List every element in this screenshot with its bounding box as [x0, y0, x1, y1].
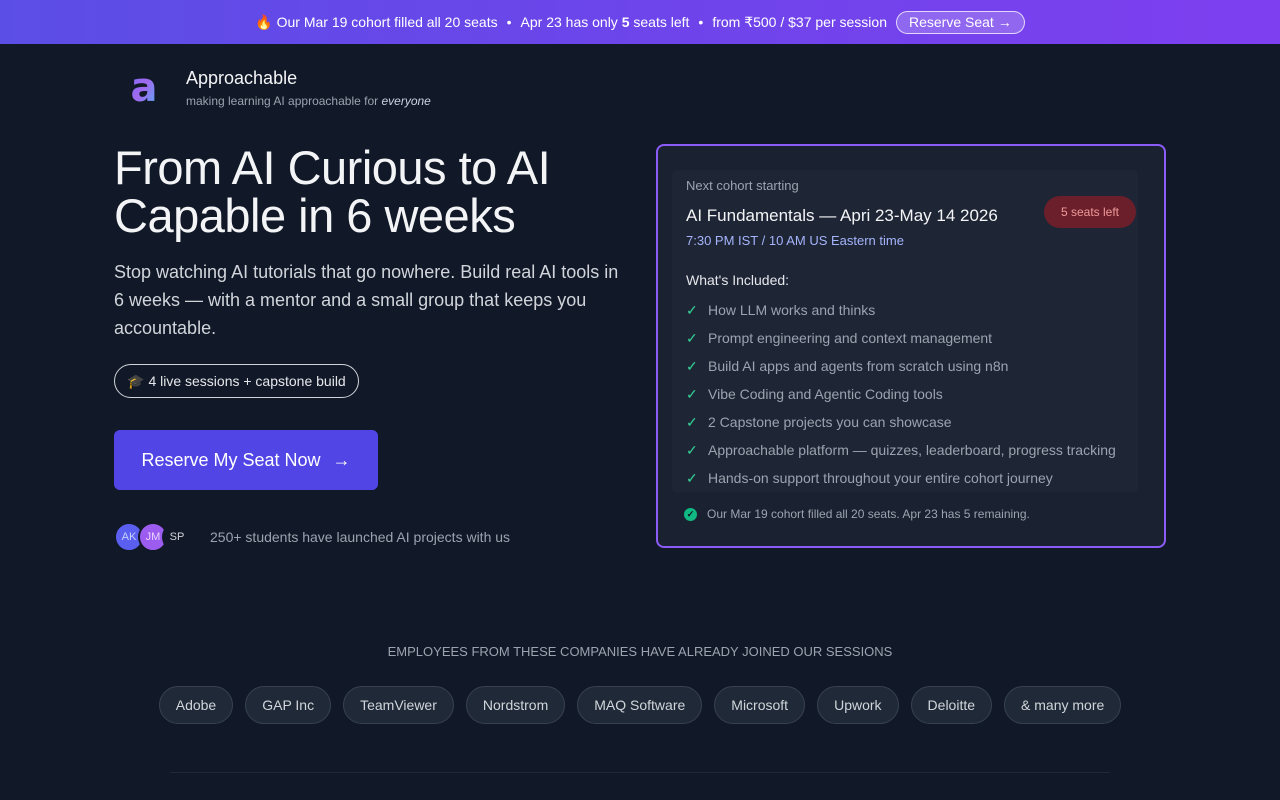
banner-cohort-filled: 🔥 Our Mar 19 cohort filled all 20 seats: [255, 13, 498, 30]
arrow-right-icon: →: [332, 449, 351, 470]
list-item: ✓ Vibe Coding and Agentic Coding tools: [686, 385, 943, 403]
social-proof-text: 250+ students have launched AI projects …: [210, 529, 511, 545]
check-icon: ✓: [686, 301, 698, 318]
cohort-title: AI Fundamentals — Apri 23-May 14 2026: [686, 206, 998, 225]
check-icon: ✓: [686, 329, 698, 346]
list-item: ✓ Build AI apps and agents from scratch u…: [686, 357, 1009, 375]
banner-price: from ₹500 / $37 per session: [712, 13, 887, 30]
cohort-footer-text: Our Mar 19 cohort filled all 20 seats. A…: [707, 507, 1030, 521]
company-chip: MAQ Software: [577, 686, 703, 724]
check-icon: ✓: [686, 385, 698, 402]
company-chip: GAP Inc: [245, 686, 332, 724]
check-icon: ✓: [686, 413, 698, 430]
included-list: ✓ How LLM works and thinks ✓ Prompt engine…: [686, 296, 1116, 492]
brand-name: Approachable: [186, 68, 298, 88]
list-item: ✓ Prompt engineering and context manageme…: [686, 329, 993, 347]
company-chip: Adobe: [158, 686, 234, 724]
company-chip: Deloitte: [910, 686, 993, 724]
company-chip: TeamViewer: [343, 686, 454, 724]
check-icon: ✓: [686, 357, 698, 374]
svg-text:a: a: [131, 68, 158, 108]
social-proof: AK JM SP 250+ students have launched AI …: [114, 522, 510, 552]
avatar: SP: [162, 522, 192, 552]
brand[interactable]: a Approachable making learning AI approa…: [118, 62, 431, 114]
included-heading: What's Included:: [686, 272, 790, 288]
seats-left-badge: 5 seats left: [1044, 196, 1136, 228]
list-item: ✓ How LLM works and thinks: [686, 301, 876, 319]
hero-subtitle: Stop watching AI tutorials that go nowhe…: [114, 262, 619, 338]
banner-separator: •: [506, 14, 512, 30]
companies-list: Adobe GAP Inc TeamViewer Nordstrom MAQ S…: [0, 686, 1280, 724]
brand-tagline: making learning AI approachable for ever…: [186, 94, 431, 108]
reserve-seat-button[interactable]: Reserve Seat →: [895, 10, 1025, 34]
banner-separator: •: [698, 14, 704, 30]
company-chip: Nordstrom: [465, 686, 566, 724]
graduation-cap-icon: 🎓: [127, 372, 145, 389]
list-item: ✓ Hands-on support throughout your entire…: [686, 469, 1053, 487]
cohort-footer: ✓ Our Mar 19 cohort filled all 20 seats.…: [684, 507, 1030, 521]
cohort-card: Next cohort starting AI Fundamentals — A…: [656, 144, 1166, 548]
announcement-banner: 🔥 Our Mar 19 cohort filled all 20 seats …: [0, 0, 1280, 44]
sessions-pill: 🎓 4 live sessions + capstone build: [114, 364, 359, 398]
logo-icon: a: [118, 62, 170, 114]
company-chip: Microsoft: [714, 686, 806, 724]
reserve-my-seat-button[interactable]: Reserve My Seat Now →: [114, 430, 378, 490]
check-circle-icon: ✓: [684, 507, 697, 521]
list-item: ✓ 2 Capstone projects you can showcase: [686, 413, 952, 431]
check-icon: ✓: [686, 469, 698, 486]
cta-label: Reserve My Seat Now: [141, 449, 321, 470]
list-item: ✓ Approachable platform — quizzes, leader…: [686, 441, 1116, 459]
check-icon: ✓: [686, 441, 698, 458]
cohort-label: Next cohort starting: [686, 178, 799, 193]
section-divider: [170, 772, 1110, 773]
company-chip: Upwork: [817, 686, 899, 724]
cohort-time: 7:30 PM IST / 10 AM US Eastern time: [686, 233, 904, 248]
banner-seats-left: Apr 23 has only 5 seats left: [520, 14, 690, 30]
sessions-pill-text: 4 live sessions + capstone build: [148, 373, 346, 389]
hero-title: From AI Curious to AI Capable in 6 weeks: [114, 141, 551, 242]
company-chip: & many more: [1004, 686, 1122, 724]
companies-heading: EMPLOYEES FROM THESE COMPANIES HAVE ALRE…: [387, 644, 893, 659]
